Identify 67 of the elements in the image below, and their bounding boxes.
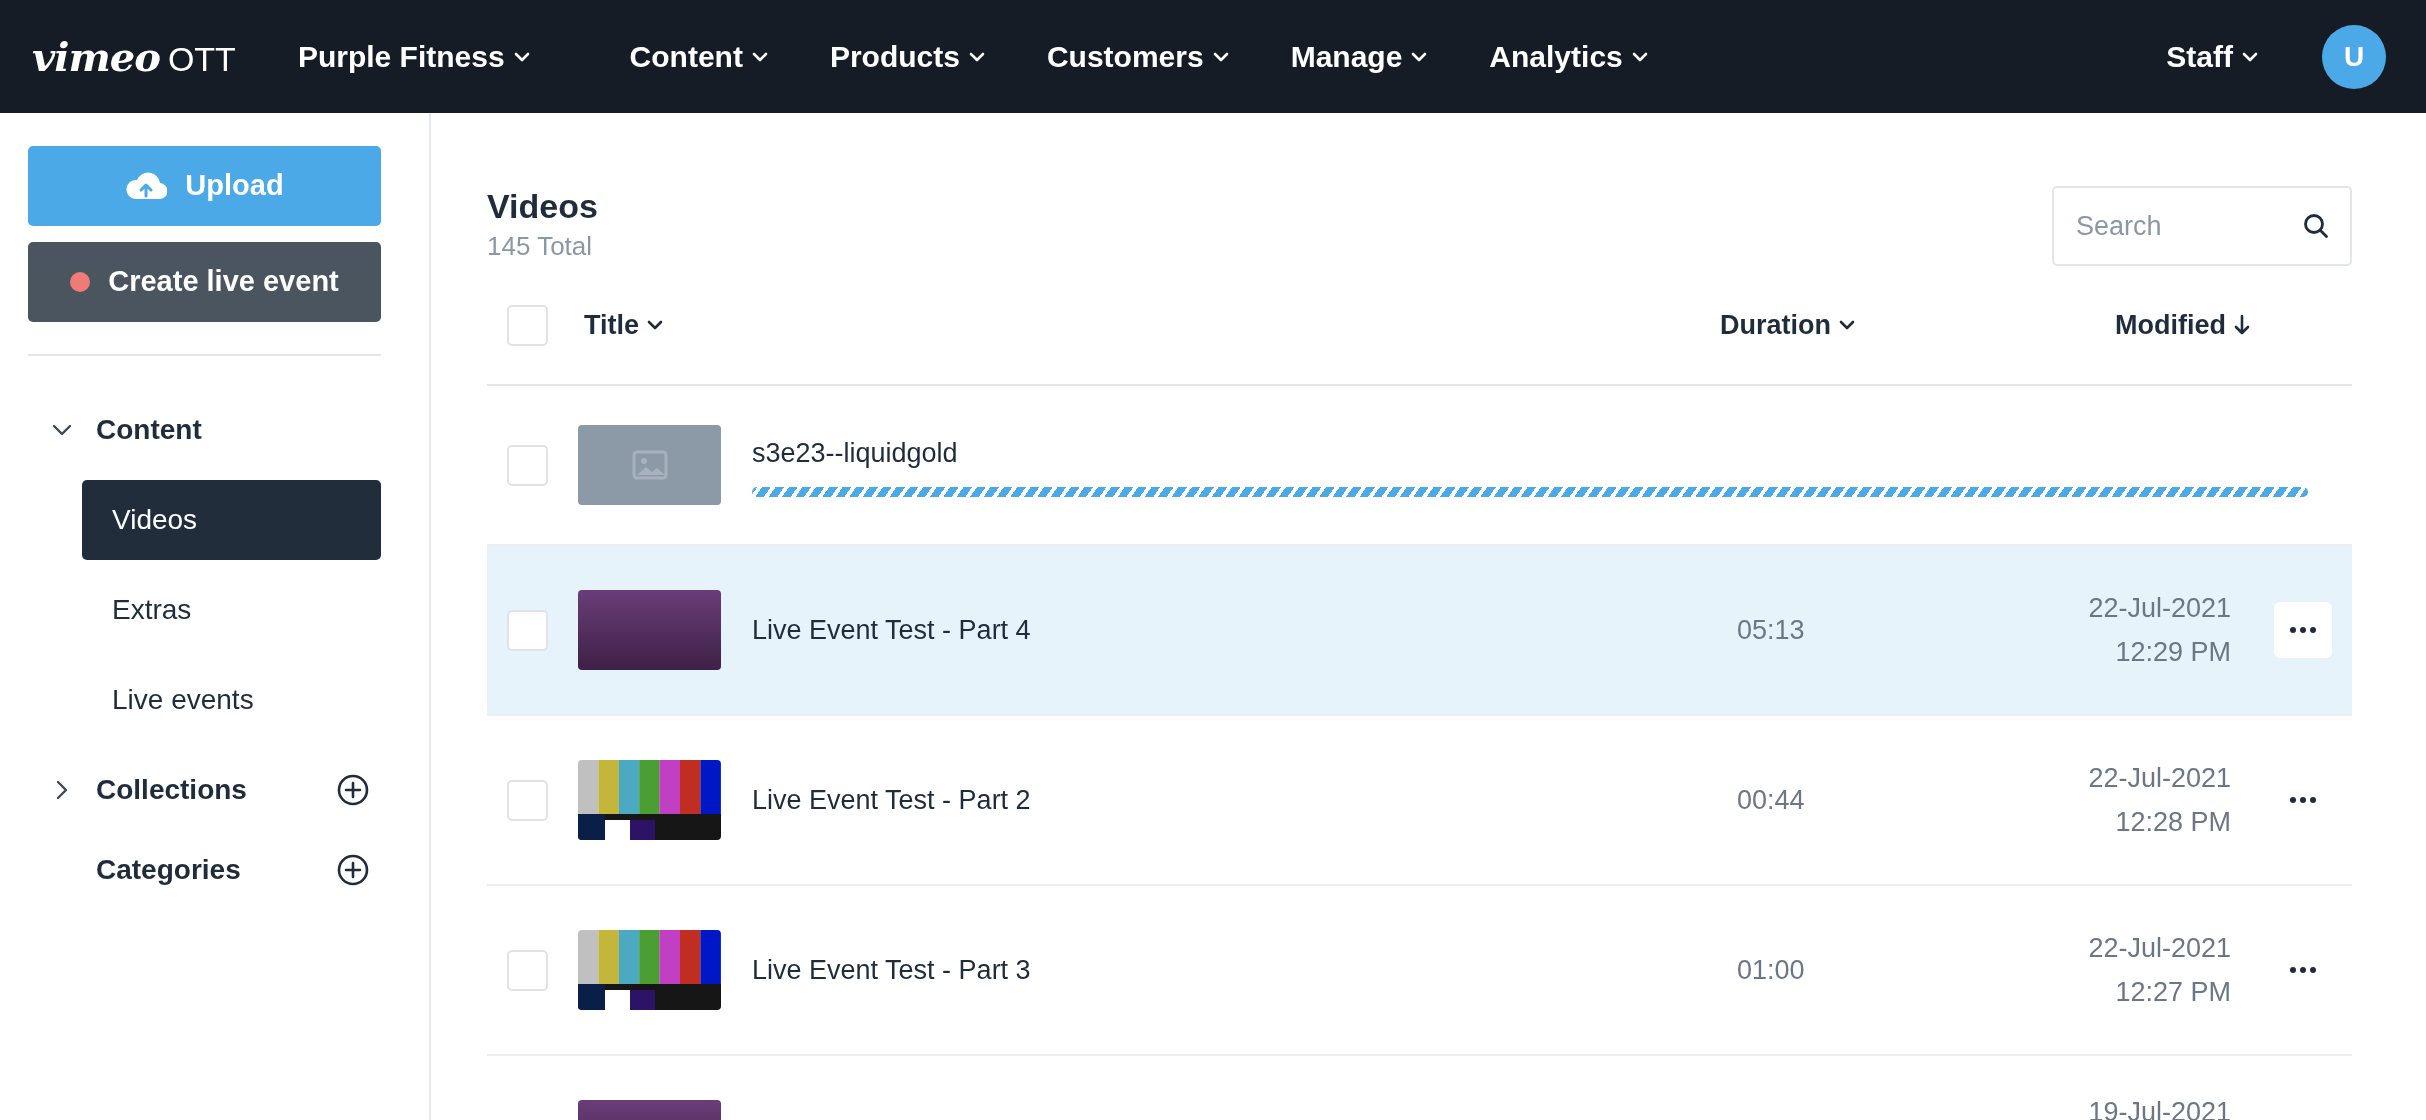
row-checkbox[interactable] — [507, 779, 548, 821]
sidebar-section[interactable]: Collections — [96, 769, 247, 811]
date-text: 22-Jul-2021 — [2087, 932, 2231, 965]
site-menu[interactable]: Purple Fitness — [297, 34, 530, 79]
sidebar-item[interactable]: Live events — [82, 660, 381, 740]
duration-cell-text: 01:00 — [1737, 953, 1806, 987]
table-row[interactable]: Live Event Test - Part 3 01:00 22-Jul-2021 12:27 PM — [487, 886, 2352, 1056]
video-title[interactable]: Live Event Test - Part 3 — [752, 949, 1737, 991]
image-placeholder-icon — [631, 450, 668, 480]
total-count: 145 Total — [487, 229, 594, 263]
row-checkbox[interactable] — [507, 444, 548, 486]
duration-cell-text: 05:13 — [1737, 613, 1806, 647]
time-text: 12:27 PM — [2114, 976, 2231, 1009]
create-live-event-button[interactable]: Create live event — [28, 242, 381, 322]
table-row[interactable]: Live Event Test - Part 4 05:13 22-Jul-2021 12:29 PM — [487, 546, 2352, 716]
date-text: 22-Jul-2021 — [2087, 762, 2231, 795]
nav-menu[interactable]: Analytics — [1489, 34, 1648, 79]
more-icon — [2290, 797, 2316, 803]
chevron-down-icon[interactable] — [52, 424, 72, 436]
logo[interactable]: vimeo OTT — [32, 26, 236, 87]
column-header[interactable]: Modified — [2115, 304, 2250, 346]
chevron-down-icon — [513, 51, 530, 62]
search-field[interactable]: Search — [2052, 186, 2352, 266]
nav-menu[interactable]: Customers — [1046, 34, 1229, 79]
video-title[interactable]: Live Event Test - Part 4 — [752, 609, 1737, 651]
column-header[interactable]: Title — [584, 304, 663, 346]
video-title[interactable]: Live Event Test - Part 2 — [752, 779, 1737, 821]
time-text: 12:29 PM — [2114, 636, 2231, 669]
more-icon — [2290, 627, 2316, 633]
column-header[interactable]: Duration — [1720, 304, 1855, 346]
logo-suffix: OTT — [167, 38, 236, 80]
table-row[interactable]: Live Event Test - Part 2 00:44 22-Jul-2021 12:28 PM — [487, 716, 2352, 886]
account-menu[interactable]: Staff — [2166, 34, 2258, 79]
page-title: Videos — [487, 186, 598, 227]
nav-menu[interactable]: Manage — [1290, 34, 1428, 79]
chevron-down-icon — [1212, 51, 1229, 62]
sidebar-item[interactable]: Videos — [82, 480, 381, 560]
sidebar-section[interactable]: Content — [96, 409, 202, 451]
row-checkbox[interactable] — [507, 609, 548, 651]
logo-wordmark: vimeo — [32, 31, 160, 82]
sidebar-section[interactable]: Categories — [96, 849, 241, 891]
add-icon[interactable] — [337, 774, 369, 806]
duration-cell-text: 00:44 — [1737, 783, 1806, 817]
chevron-right-icon[interactable] — [56, 780, 68, 800]
more-icon — [2290, 967, 2316, 973]
chevron-down-icon — [751, 51, 768, 62]
nav-menu[interactable]: Content — [629, 34, 768, 79]
sort-arrow-down-icon — [2234, 314, 2250, 336]
select-all-checkbox[interactable] — [507, 304, 548, 346]
chevron-down-icon — [1631, 51, 1648, 62]
nav-menu[interactable]: Products — [829, 34, 985, 79]
chevron-down-icon — [1839, 320, 1855, 330]
time-text: 12:28 PM — [2114, 806, 2231, 839]
date-text: 22-Jul-2021 — [2087, 592, 2231, 625]
cloud-upload-icon — [125, 171, 168, 201]
record-dot-icon — [70, 272, 91, 292]
chevron-down-icon — [2242, 51, 2258, 62]
table-row[interactable]: s3e23--liquidgold — [487, 386, 2352, 546]
row-checkbox[interactable] — [507, 949, 548, 991]
chevron-down-icon — [968, 51, 985, 62]
chevron-down-icon — [647, 320, 663, 330]
video-title[interactable]: s3e23--liquidgold — [752, 432, 2308, 474]
more-button[interactable] — [2274, 602, 2332, 658]
search-icon — [2302, 212, 2330, 240]
sidebar-item[interactable]: Extras — [82, 570, 381, 650]
chevron-down-icon — [1411, 51, 1428, 62]
add-icon[interactable] — [337, 854, 369, 886]
